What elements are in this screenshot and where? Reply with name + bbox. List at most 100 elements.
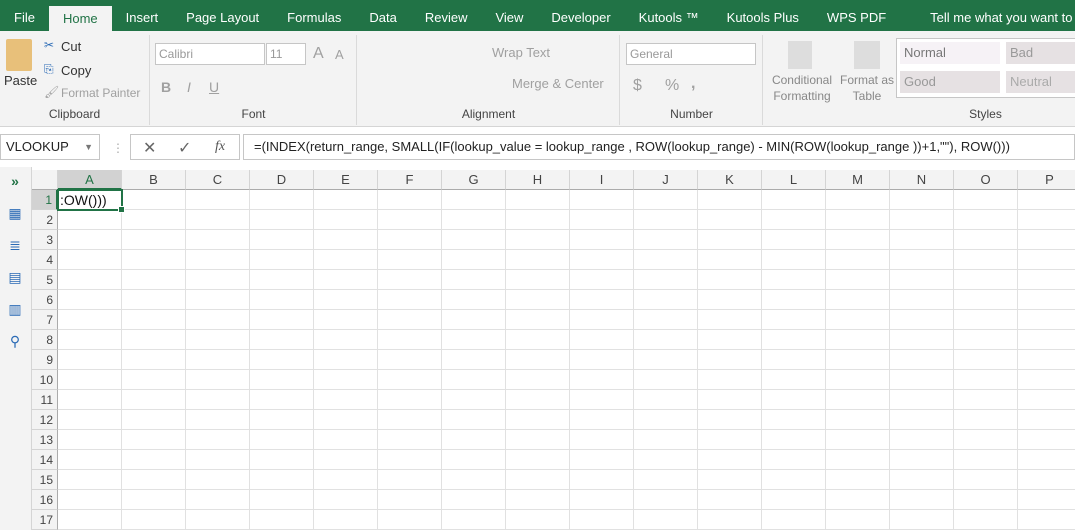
paste-button[interactable]: Paste — [4, 73, 37, 88]
column-header[interactable]: P — [1018, 170, 1075, 190]
tab-kutools-plus[interactable]: Kutools Plus — [713, 0, 813, 31]
font-name-select[interactable]: Calibri — [155, 43, 265, 65]
row-header[interactable]: 17 — [32, 510, 58, 530]
style-good[interactable]: Good — [900, 71, 1000, 93]
gridline — [58, 249, 1075, 250]
copy-button[interactable]: Copy — [61, 63, 91, 78]
tab-formulas[interactable]: Formulas — [273, 0, 355, 31]
style-normal[interactable]: Normal — [900, 42, 1000, 64]
row-header[interactable]: 11 — [32, 390, 58, 410]
row-header[interactable]: 7 — [32, 310, 58, 330]
name-manager-icon[interactable]: ≣ — [6, 237, 24, 253]
formula-bar: VLOOKUP ▼ ⋮ ✕ ✓ fx =(INDEX(return_range, … — [0, 127, 1075, 167]
column-header[interactable]: J — [634, 170, 698, 190]
gridline — [889, 190, 890, 530]
column-header[interactable]: E — [314, 170, 378, 190]
gridline — [58, 429, 1075, 430]
tab-developer[interactable]: Developer — [537, 0, 624, 31]
row-header[interactable]: 15 — [32, 470, 58, 490]
tab-home[interactable]: Home — [48, 6, 112, 31]
column-header[interactable]: C — [186, 170, 250, 190]
gridline — [121, 190, 122, 530]
conditional-formatting-button[interactable]: Conditional Formatting — [770, 73, 834, 103]
tab-review[interactable]: Review — [411, 0, 482, 31]
gridline — [569, 190, 570, 530]
percent-button[interactable]: % — [665, 77, 679, 95]
row-header[interactable]: 2 — [32, 210, 58, 230]
chevron-down-icon[interactable]: ▼ — [84, 135, 93, 159]
alignment-group: Wrap Text Merge & Center Alignment — [358, 35, 620, 125]
gridline — [377, 190, 378, 530]
style-bad[interactable]: Bad — [1006, 42, 1075, 64]
tab-wps-pdf[interactable]: WPS PDF — [813, 0, 900, 31]
tab-insert[interactable]: Insert — [112, 0, 173, 31]
formula-input[interactable]: =(INDEX(return_range, SMALL(IF(lookup_va… — [243, 134, 1075, 160]
row-header[interactable]: 4 — [32, 250, 58, 270]
enter-icon[interactable]: ✓ — [178, 138, 191, 158]
column-header[interactable]: F — [378, 170, 442, 190]
tab-data[interactable]: Data — [355, 0, 410, 31]
column-header[interactable]: B — [122, 170, 186, 190]
number-format-select[interactable]: General — [626, 43, 756, 65]
row-header[interactable]: 5 — [32, 270, 58, 290]
row-header[interactable]: 13 — [32, 430, 58, 450]
font-size-select[interactable]: 11 — [266, 43, 306, 65]
tab-file[interactable]: File — [0, 0, 49, 31]
row-header[interactable]: 6 — [32, 290, 58, 310]
column-header[interactable]: L — [762, 170, 826, 190]
style-neutral[interactable]: Neutral — [1006, 71, 1075, 93]
wrap-text-button[interactable]: Wrap Text — [492, 45, 550, 60]
shrink-font-icon[interactable]: A — [335, 47, 344, 62]
row-header[interactable]: 3 — [32, 230, 58, 250]
cut-icon: ✂ — [44, 38, 55, 52]
alignment-label: Alignment — [461, 107, 516, 121]
tell-me-search[interactable]: Tell me what you want to do... — [900, 0, 1075, 31]
column-header[interactable]: O — [954, 170, 1018, 190]
bold-button[interactable]: B — [161, 79, 171, 95]
kutools-side-pane: » ▦ ≣ ▤ ▥ ⚲ — [0, 167, 32, 530]
format-as-table-button[interactable]: Format as Table — [836, 73, 898, 103]
tab-page-layout[interactable]: Page Layout — [172, 0, 273, 31]
spreadsheet-grid[interactable]: A B C D E F G H I J K L M N O P 1 2 3 4 5 6 7 8 9 10 11 12 13 14 15 16 1… — [32, 170, 1075, 530]
name-box[interactable]: VLOOKUP ▼ — [0, 134, 100, 160]
paste-icon[interactable] — [6, 39, 32, 71]
tab-kutools[interactable]: Kutools ™ — [625, 0, 713, 31]
italic-button[interactable]: I — [187, 79, 191, 95]
cancel-icon[interactable]: ✕ — [143, 138, 156, 158]
merge-center-button[interactable]: Merge & Center — [512, 76, 604, 91]
column-header[interactable]: H — [506, 170, 570, 190]
workbook-icon[interactable]: ▦ — [6, 205, 24, 221]
row-header[interactable]: 10 — [32, 370, 58, 390]
gridline — [697, 190, 698, 530]
format-painter-button[interactable]: Format Painter — [61, 86, 140, 100]
currency-button[interactable]: $ — [633, 77, 642, 95]
select-all-corner[interactable] — [32, 170, 58, 190]
row-header[interactable]: 1 — [32, 190, 58, 210]
row-header[interactable]: 8 — [32, 330, 58, 350]
find-replace-icon[interactable]: ⚲ — [6, 333, 24, 349]
column-header[interactable]: M — [826, 170, 890, 190]
underline-button[interactable]: U — [209, 79, 219, 95]
column-header[interactable]: D — [250, 170, 314, 190]
expand-icon[interactable]: » — [6, 173, 24, 189]
cell-a1[interactable]: :OW())) — [57, 189, 125, 213]
row-header[interactable]: 14 — [32, 450, 58, 470]
gridline — [58, 309, 1075, 310]
column-header[interactable]: A — [58, 170, 122, 190]
row-header[interactable]: 16 — [32, 490, 58, 510]
insert-function-button[interactable]: fx — [215, 139, 225, 155]
cut-button[interactable]: Cut — [61, 39, 81, 54]
row-header[interactable]: 12 — [32, 410, 58, 430]
comma-button[interactable]: , — [691, 75, 695, 93]
column-header[interactable]: G — [442, 170, 506, 190]
column-header[interactable]: I — [570, 170, 634, 190]
grow-font-icon[interactable]: A — [313, 45, 324, 63]
column-header[interactable]: N — [890, 170, 954, 190]
column-list-icon[interactable]: ▤ — [6, 269, 24, 285]
tab-view[interactable]: View — [481, 0, 537, 31]
resource-library-icon[interactable]: ▥ — [6, 301, 24, 317]
column-header[interactable]: K — [698, 170, 762, 190]
number-group: General $ % , Number — [621, 35, 763, 125]
row-header[interactable]: 9 — [32, 350, 58, 370]
gridline — [58, 509, 1075, 510]
